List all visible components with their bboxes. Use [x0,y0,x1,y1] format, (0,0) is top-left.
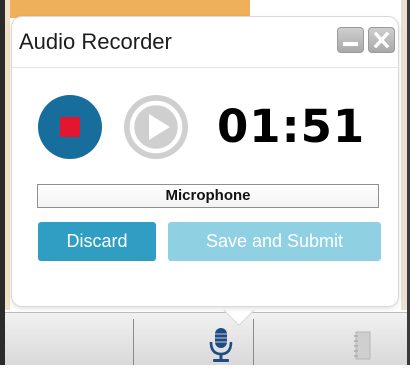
notes-icon [354,331,371,360]
window-left-edge [0,0,5,365]
dialog-title: Audio Recorder [19,29,172,54]
notes-toolbar-button[interactable] [343,329,383,365]
stop-button[interactable] [38,95,102,159]
save-and-submit-button[interactable]: Save and Submit [168,222,381,261]
background-page-fragment [0,0,250,18]
stop-icon [60,117,80,137]
play-button[interactable] [124,95,188,159]
discard-button[interactable]: Discard [38,222,156,261]
toolbar-divider [253,319,254,365]
input-source-field: Microphone [37,184,379,208]
close-icon [373,31,390,49]
minimize-icon [343,42,358,46]
close-button[interactable] [368,27,395,53]
microphone-toolbar-button[interactable] [201,325,241,365]
play-icon [129,100,183,154]
minimize-button[interactable] [337,27,364,53]
title-bar: Audio Recorder [12,17,398,68]
bottom-toolbar [5,312,407,365]
microphone-icon [209,328,233,362]
audio-recorder-dialog: Audio Recorder 01:51 Microphone Discard [12,17,398,306]
recording-timer: 01:51 [217,100,366,153]
toolbar-divider [133,319,134,365]
